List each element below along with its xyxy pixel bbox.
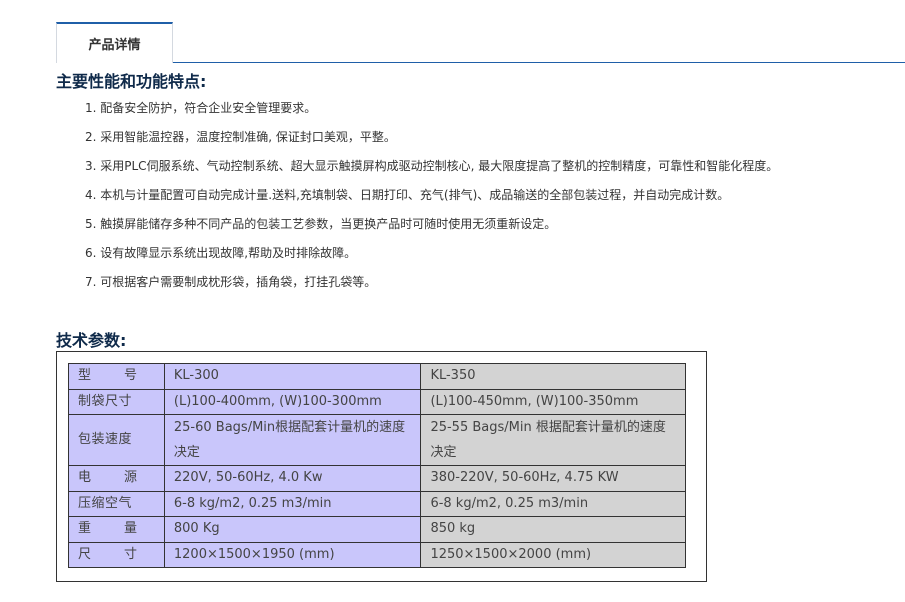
row-label-model: 型 号 [68,363,165,390]
list-item: 3. 采用PLC伺服系统、气动控制系统、超大显示触摸屏构成驱动控制核心, 最大限… [85,159,779,173]
table-row: 尺 寸 1200×1500×1950 (mm) 1250×1500×2000 (… [68,541,686,568]
product-tab-bar: 产品详情 [56,22,905,63]
tab-product-details[interactable]: 产品详情 [56,22,173,63]
row-label-power: 电 源 [68,465,165,492]
cell-kl300: (L)100-400mm, (W)100-300mm [163,388,422,415]
cell-kl350: 1250×1500×2000 (mm) [420,541,686,568]
cell-kl300: 800 Kg [163,516,422,543]
list-item: 5. 触摸屏能储存多种不同产品的包装工艺参数，当更换产品时可随时使用无须重新设定… [85,217,557,231]
cell-kl300: KL-300 [163,363,422,390]
features-heading: 主要性能和功能特点: [56,72,207,91]
table-row: 制袋尺寸 (L)100-400mm, (W)100-300mm (L)100-4… [68,388,686,415]
feature-list: 1. 配备安全防护，符合企业安全管理要求。 2. 采用智能温控器，温度控制准确,… [85,99,778,302]
cell-kl350: 25-55 Bags/Min 根据配套计量机的速度决定 [420,414,686,466]
cell-kl300: 6-8 kg/m2, 0.25 m3/min [163,490,422,517]
list-item: 6. 设有故障显示系统出现故障,帮助及时排除故障。 [85,246,357,260]
list-item: 4. 本机与计量配置可自动完成计量.送料,充填制袋、日期打印、充气(排气)、成品… [85,188,730,202]
list-item: 2. 采用智能温控器，温度控制准确, 保证封口美观，平整。 [85,130,396,144]
row-label-bag-size: 制袋尺寸 [68,388,165,415]
spec-table-frame: 型 号 KL-300 KL-350 制袋尺寸 (L)100-400mm, (W)… [56,351,707,582]
cell-kl350: (L)100-450mm, (W)100-350mm [420,388,686,415]
row-label-air: 压缩空气 [68,490,165,517]
table-row: 电 源 220V, 50-60Hz, 4.0 Kw 380-220V, 50-6… [68,465,686,492]
list-item: 1. 配备安全防护，符合企业安全管理要求。 [85,101,317,115]
cell-kl300: 220V, 50-60Hz, 4.0 Kw [163,465,422,492]
table-row: 重 量 800 Kg 850 kg [68,516,686,543]
row-label-dimensions: 尺 寸 [68,541,165,568]
cell-kl300: 25-60 Bags/Min根据配套计量机的速度决定 [163,414,422,466]
cell-kl350: 850 kg [420,516,686,543]
cell-kl350: KL-350 [420,363,686,390]
cell-kl350: 6-8 kg/m2, 0.25 m3/min [420,490,686,517]
spec-table: 型 号 KL-300 KL-350 制袋尺寸 (L)100-400mm, (W)… [68,363,686,568]
table-row: 型 号 KL-300 KL-350 [68,363,686,390]
cell-kl300: 1200×1500×1950 (mm) [163,541,422,568]
row-label-speed: 包装速度 [68,414,165,466]
table-row: 压缩空气 6-8 kg/m2, 0.25 m3/min 6-8 kg/m2, 0… [68,490,686,517]
cell-kl350: 380-220V, 50-60Hz, 4.75 KW [420,465,686,492]
list-item: 7. 可根据客户需要制成枕形袋，插角袋，打挂孔袋等。 [85,275,377,289]
row-label-weight: 重 量 [68,516,165,543]
table-row: 包装速度 25-60 Bags/Min根据配套计量机的速度决定 25-55 Ba… [68,414,686,466]
spec-heading: 技术参数: [56,331,127,350]
